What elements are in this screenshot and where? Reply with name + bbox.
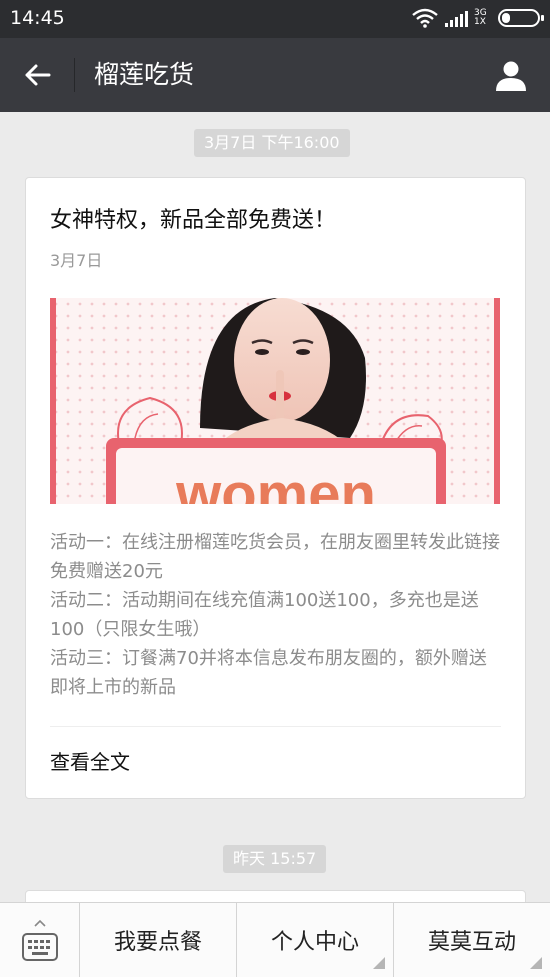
submenu-indicator-icon — [530, 957, 542, 969]
message-timestamp: 昨天 15:57 — [223, 845, 327, 873]
status-bar: 14:45 3G 1X — [0, 0, 550, 38]
keyboard-toggle-button[interactable] — [0, 903, 80, 977]
arrow-left-icon — [25, 64, 51, 86]
signal-icon — [445, 9, 468, 27]
activity-three: 活动三：订餐满70并将本信息发布朋友圈的，额外赠送即将上市的新品 — [50, 648, 487, 698]
profile-button[interactable] — [492, 56, 530, 94]
nav-bar: 榴莲吃货 — [0, 38, 550, 112]
message-timestamp: 3月7日 下午16:00 — [194, 129, 350, 157]
page-title: 榴莲吃货 — [94, 60, 195, 89]
keyboard-icon — [22, 933, 58, 961]
menu-interaction[interactable]: 莫莫互动 — [394, 903, 550, 977]
wifi-icon — [412, 8, 438, 28]
status-time: 14:45 — [10, 7, 65, 29]
cover-illustration: women — [50, 298, 500, 504]
menu-order-food-label: 我要点餐 — [113, 930, 202, 955]
activity-one: 活动一：在线注册榴莲吃货会员，在朋友圈里转发此链接免费赠送20元 — [50, 532, 500, 582]
read-full-text-link[interactable]: 查看全文 — [50, 748, 130, 776]
card-divider — [50, 726, 501, 727]
article-title: 女神特权，新品全部免费送！ — [50, 208, 337, 233]
cover-image-text: women — [175, 462, 376, 504]
article-cover-image: women — [50, 298, 500, 504]
battery-icon — [498, 9, 544, 27]
menu-order-food[interactable]: 我要点餐 — [80, 903, 237, 977]
status-icons: 3G 1X — [411, 8, 544, 28]
article-card[interactable]: 女神特权，新品全部免费送！ 3月7日 women 活动一：在线注册榴莲吃货会员，… — [25, 177, 526, 799]
network-1x: 1X — [474, 17, 486, 27]
menu-personal-center[interactable]: 个人中心 — [237, 903, 394, 977]
activity-two: 活动二：活动期间在线充值满100送100，多充也是送100（只限女生哦） — [50, 590, 479, 640]
menu-personal-center-label: 个人中心 — [270, 930, 359, 955]
back-button[interactable] — [14, 56, 60, 94]
article-date: 3月7日 — [50, 251, 103, 270]
bottom-menu-bar: 我要点餐 个人中心 莫莫互动 — [0, 902, 550, 977]
nav-divider — [74, 58, 75, 92]
submenu-indicator-icon — [373, 957, 385, 969]
article-description: 活动一：在线注册榴莲吃货会员，在朋友圈里转发此链接免费赠送20元 活动二：活动期… — [50, 528, 504, 702]
network-type: 3G 1X — [474, 9, 488, 27]
chevron-up-icon — [34, 919, 46, 927]
menu-interaction-label: 莫莫互动 — [427, 930, 516, 955]
person-icon — [496, 61, 526, 91]
